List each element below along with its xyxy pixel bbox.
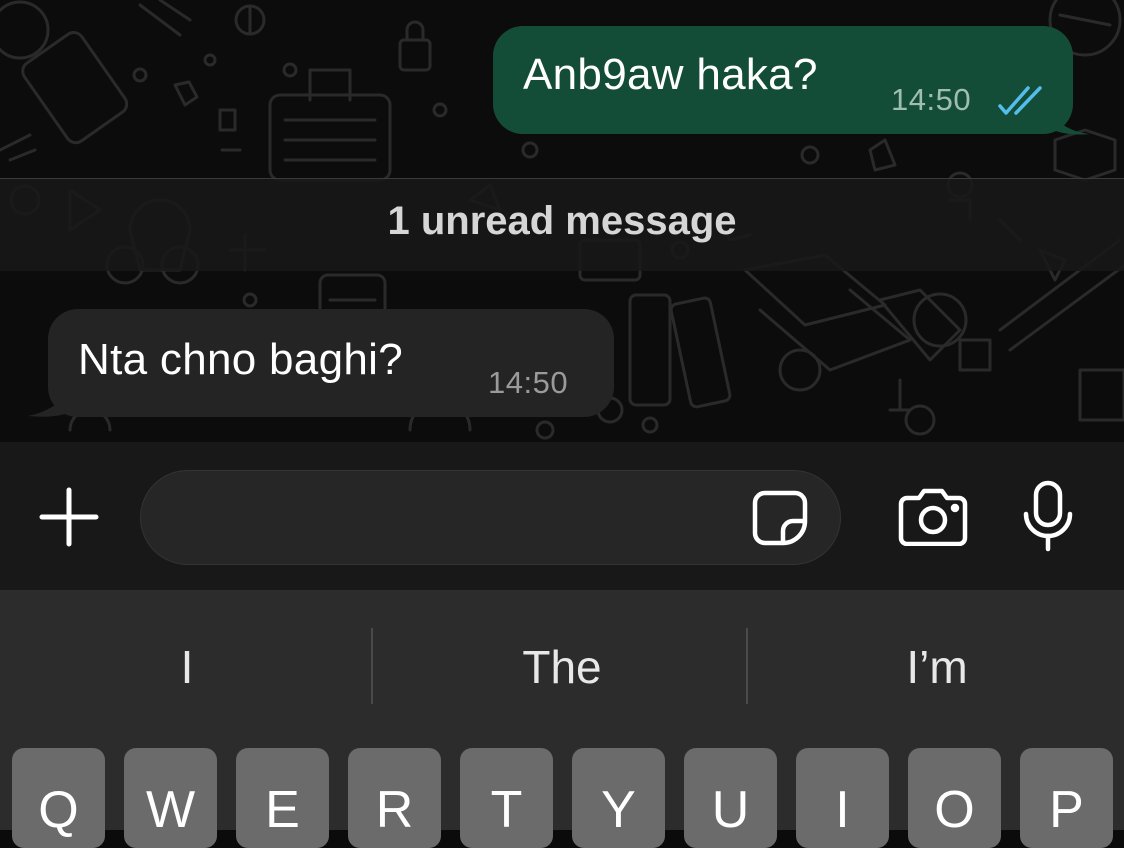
key-p[interactable]: P [1020, 748, 1113, 848]
incoming-message-bubble[interactable]: Nta chno baghi? 14:50 [48, 309, 614, 417]
suggestion-2[interactable]: The [375, 640, 749, 694]
key-w[interactable]: W [124, 748, 217, 848]
key-e[interactable]: E [236, 748, 329, 848]
key-label: I [835, 781, 850, 839]
key-label: U [711, 781, 750, 839]
key-label: O [934, 781, 975, 839]
key-y[interactable]: Y [572, 748, 665, 848]
key-u[interactable]: U [684, 748, 777, 848]
read-receipt-icon [998, 86, 1042, 115]
key-i[interactable]: I [796, 748, 889, 848]
key-o[interactable]: O [908, 748, 1001, 848]
sticker-icon[interactable] [751, 489, 809, 547]
chat-background: Anb9aw haka? 14:50 1 unread message Nta … [0, 0, 1124, 442]
message-text: Anb9aw haka? [523, 50, 818, 99]
plus-icon[interactable] [38, 486, 100, 548]
unread-messages-divider: 1 unread message [0, 178, 1124, 271]
suggestion-divider [746, 628, 748, 704]
message-input[interactable] [140, 470, 841, 565]
camera-icon[interactable] [897, 488, 969, 546]
key-q[interactable]: Q [12, 748, 105, 848]
outgoing-message-bubble[interactable]: Anb9aw haka? 14:50 [493, 26, 1073, 134]
key-label: Q [38, 781, 79, 839]
message-time: 14:50 [891, 82, 972, 117]
key-label: Y [601, 781, 636, 839]
key-label: E [265, 781, 300, 839]
key-label: T [490, 781, 523, 839]
microphone-icon[interactable] [1022, 480, 1074, 552]
key-label: P [1049, 781, 1084, 839]
suggestion-divider [371, 628, 373, 704]
key-t[interactable]: T [460, 748, 553, 848]
unread-count-label: 1 unread message [387, 199, 737, 243]
suggestion-1[interactable]: I [0, 640, 374, 694]
key-label: W [145, 781, 196, 839]
key-r[interactable]: R [348, 748, 441, 848]
message-text: Nta chno baghi? [78, 335, 403, 384]
message-time: 14:50 [488, 365, 569, 400]
suggestion-3[interactable]: I’m [750, 640, 1124, 694]
key-label: R [375, 781, 414, 839]
